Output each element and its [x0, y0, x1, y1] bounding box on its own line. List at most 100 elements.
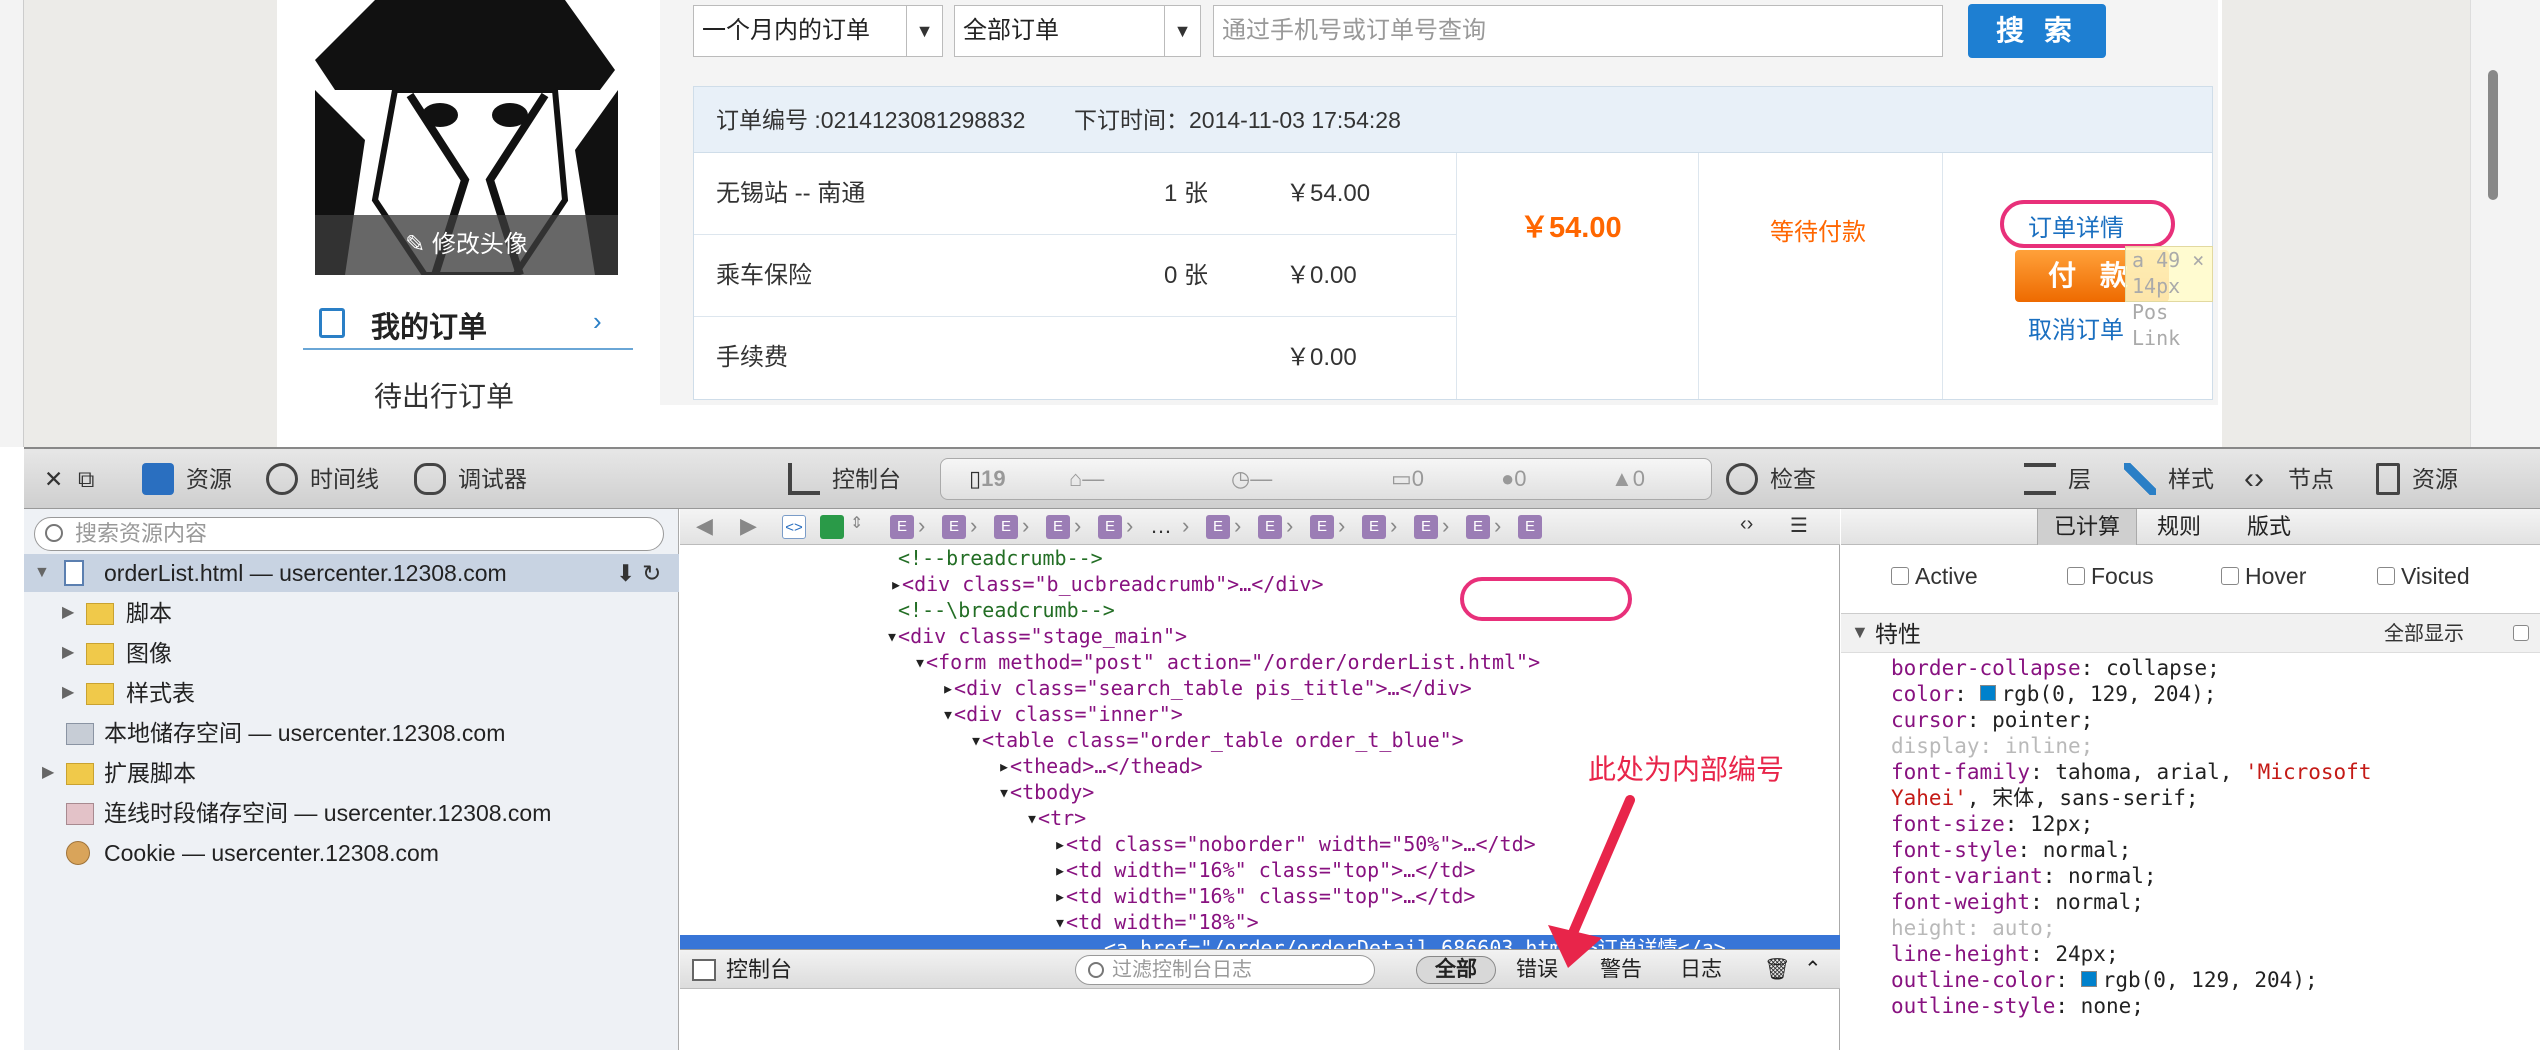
element-crumb[interactable]: E: [1206, 515, 1230, 539]
activity-counts[interactable]: ▯ 19 ⌂ — ◷ — ▭ 0 ● 0 ▲ 0: [940, 458, 1712, 500]
dom-node[interactable]: ▸<td width="16%" class="top">…</td>: [680, 883, 1840, 909]
tab-debugger[interactable]: 调试器: [414, 449, 527, 509]
tree-item-stylesheets[interactable]: ▶ 样式表: [24, 674, 679, 712]
element-crumb[interactable]: E: [1098, 515, 1122, 539]
avatar: ✎ 修改头像: [315, 0, 618, 275]
html-file-icon: [64, 560, 84, 586]
html-file-icon[interactable]: <>: [782, 515, 806, 539]
dom-node[interactable]: ▾<div class="stage_main">: [680, 623, 1840, 649]
grid-icon[interactable]: [820, 515, 844, 539]
tab-nodes[interactable]: ‹› 节点: [2244, 449, 2334, 509]
tab-timeline[interactable]: 时间线: [266, 449, 379, 509]
tab-computed[interactable]: 已计算: [2037, 509, 2138, 545]
element-crumb[interactable]: E: [1466, 515, 1490, 539]
tab-styles[interactable]: 样式: [2124, 449, 2214, 509]
row-name: 乘车保险: [716, 262, 812, 289]
menu-pending-orders[interactable]: 待出行订单: [374, 375, 514, 415]
dom-node[interactable]: ▸<div class="search_table pis_title">…</…: [680, 675, 1840, 701]
dom-node[interactable]: ▾<td width="18%">: [680, 909, 1840, 935]
order-detail-link[interactable]: 订单详情: [2028, 208, 2124, 243]
dom-node[interactable]: ▸<div class="b_ucbreadcrumb">…</div>: [680, 571, 1840, 597]
crumb-separator: ›: [1182, 513, 1190, 538]
element-crumb[interactable]: E: [1414, 515, 1438, 539]
period-select[interactable]: 一个月内的订单 ▼: [693, 5, 943, 57]
order-time: 下订时间：2014-11-03 17:54:28: [1074, 107, 1401, 133]
element-crumb[interactable]: E: [994, 515, 1018, 539]
dom-node[interactable]: ▸<td width="16%" class="top">…</td>: [680, 857, 1840, 883]
tree-item-document[interactable]: ▼ orderList.html — usercenter.12308.com …: [24, 554, 679, 592]
tab-layers[interactable]: 层: [2024, 449, 2091, 509]
tab-resources[interactable]: 资源: [142, 449, 232, 509]
tab-resources-right[interactable]: 资源: [2376, 449, 2458, 509]
tree-item-extension-scripts[interactable]: ▶ 扩展脚本: [24, 754, 679, 792]
tree-item-images[interactable]: ▶ 图像: [24, 634, 679, 672]
show-all-checkbox[interactable]: [2513, 625, 2529, 641]
menu-my-orders[interactable]: 我的订单 ›: [303, 298, 633, 350]
dom-node[interactable]: ▾<form method="post" action="/order/orde…: [680, 649, 1840, 675]
crumb-ellipsis[interactable]: …: [1150, 513, 1172, 539]
dom-node[interactable]: ▸<td class="noborder" width="50%">…</td>: [680, 831, 1840, 857]
undock-icon[interactable]: ⧉: [78, 449, 94, 509]
back-arrow-icon[interactable]: ◀: [696, 513, 713, 539]
stepper-icon[interactable]: ⇕: [850, 513, 863, 533]
type-select[interactable]: 全部订单 ▼: [954, 5, 1201, 57]
color-swatch[interactable]: [2080, 971, 2097, 987]
search-button[interactable]: 搜 索: [1968, 4, 2106, 58]
column-divider: [1698, 153, 1699, 399]
crumb-separator: ›: [1126, 513, 1134, 538]
crumb-separator: ›: [1494, 513, 1502, 538]
crumb-separator: ›: [1234, 513, 1242, 538]
element-crumb[interactable]: E: [1258, 515, 1282, 539]
properties-header[interactable]: ▼ 特性 全部显示: [1841, 613, 2540, 653]
page-scrollbar[interactable]: [2488, 70, 2498, 200]
tree-item-cookies[interactable]: Cookie — usercenter.12308.com: [24, 834, 679, 872]
element-crumb[interactable]: E: [890, 515, 914, 539]
collapse-icon[interactable]: ⌃: [1804, 950, 1822, 990]
css-property: height: auto;: [1891, 916, 2056, 940]
filter-logs[interactable]: 日志: [1680, 950, 1722, 990]
element-crumb[interactable]: E: [1046, 515, 1070, 539]
layers-icon[interactable]: ☰: [1790, 513, 1808, 538]
inspect-button[interactable]: 检查: [1726, 449, 1816, 509]
resource-search-input[interactable]: 搜索资源内容: [34, 517, 664, 551]
pseudo-active-checkbox[interactable]: Active: [1891, 563, 1978, 590]
element-crumb[interactable]: E: [1518, 515, 1542, 539]
element-crumb[interactable]: E: [1310, 515, 1334, 539]
edit-avatar-button[interactable]: ✎ 修改头像: [315, 215, 618, 275]
forward-arrow-icon[interactable]: ▶: [740, 513, 757, 539]
cancel-order-link[interactable]: 取消订单: [2028, 310, 2124, 345]
tree-item-label: Cookie — usercenter.12308.com: [104, 840, 439, 866]
close-icon[interactable]: ✕: [44, 449, 63, 509]
pseudo-hover-checkbox[interactable]: Hover: [2221, 563, 2306, 590]
element-crumb[interactable]: E: [942, 515, 966, 539]
download-icon[interactable]: ⬇: [616, 554, 635, 592]
tab-metrics[interactable]: 版式: [2231, 509, 2307, 545]
code-brackets-icon[interactable]: ‹›: [1740, 513, 1753, 536]
disclosure-closed-icon: ▸: [890, 572, 903, 596]
dom-node[interactable]: <!--breadcrumb-->: [680, 545, 1840, 571]
trash-icon[interactable]: 🗑: [1764, 950, 1791, 990]
tree-item-local-storage[interactable]: 本地储存空间 — usercenter.12308.com: [24, 714, 679, 752]
search-input[interactable]: 通过手机号或订单号查询: [1213, 5, 1943, 57]
resource-sidebar: 搜索资源内容 ▼ orderList.html — usercenter.123…: [24, 509, 679, 1050]
disclosure-open-icon: ▾: [998, 780, 1011, 804]
filter-all[interactable]: 全部: [1416, 956, 1496, 984]
reload-icon[interactable]: ↻: [642, 554, 661, 592]
tree-item-session-storage[interactable]: 连线时段储存空间 — usercenter.12308.com: [24, 794, 679, 832]
disclosure-open-icon: ▼: [34, 564, 50, 581]
crumb-separator: ›: [1286, 513, 1294, 538]
dom-node[interactable]: <!--\breadcrumb-->: [680, 597, 1840, 623]
console-filter-input[interactable]: 过滤控制台日志: [1075, 955, 1375, 985]
css-property: font-size: 12px;: [1891, 812, 2094, 836]
element-crumb[interactable]: E: [1362, 515, 1386, 539]
tab-console-label: 控制台: [832, 466, 901, 492]
pseudo-visited-checkbox[interactable]: Visited: [2377, 563, 2470, 590]
order-row: 手续费 ￥0.00: [694, 317, 1456, 399]
dom-node[interactable]: ▾<tr>: [680, 805, 1840, 831]
tab-console[interactable]: 控制台: [788, 449, 901, 509]
tree-item-scripts[interactable]: ▶ 脚本: [24, 594, 679, 632]
color-swatch[interactable]: [1979, 685, 1996, 701]
pseudo-focus-checkbox[interactable]: Focus: [2067, 563, 2154, 590]
tab-rules[interactable]: 规则: [2141, 509, 2217, 545]
dom-node[interactable]: ▾<div class="inner">: [680, 701, 1840, 727]
